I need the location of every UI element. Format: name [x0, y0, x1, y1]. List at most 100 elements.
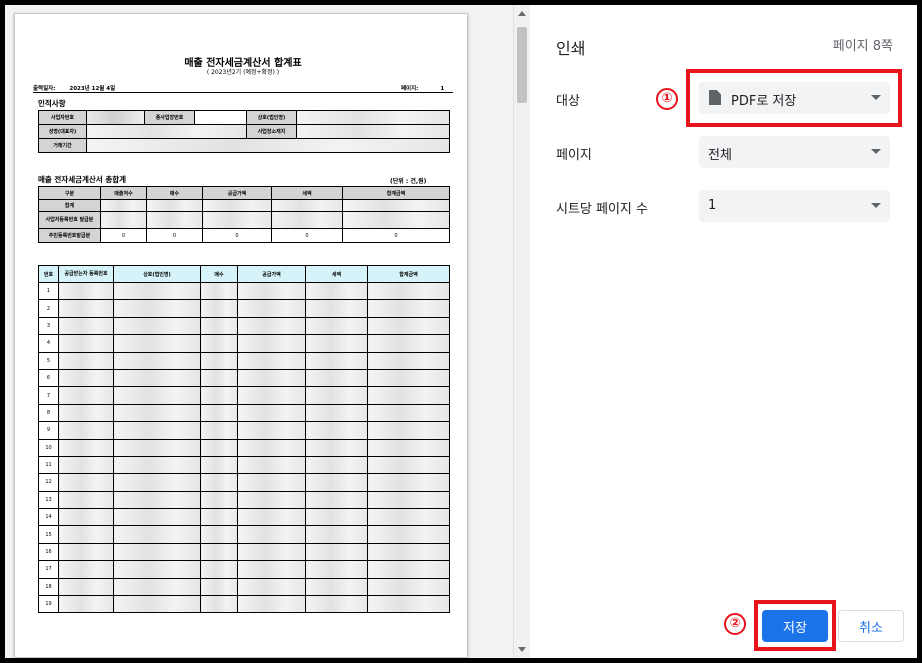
summary-header-supply: 공급가액 [202, 186, 272, 200]
redacted-value [113, 334, 201, 353]
detail-header-supply: 공급가액 [237, 265, 306, 283]
redacted-value [237, 368, 306, 388]
redacted-value [58, 351, 114, 370]
label-company-name: 상호(법인명) [246, 110, 297, 125]
redacted-value [305, 368, 368, 388]
pages-value: 전체 [708, 148, 732, 163]
summary-header-total: 합계금액 [342, 186, 450, 200]
redacted-value [200, 403, 238, 423]
redacted-value [58, 281, 114, 301]
redacted-value [305, 421, 368, 440]
summary-section-title: 매출 전자세금계산서 총합계 [38, 175, 127, 184]
table-row: 1 [38, 281, 450, 301]
label-representative: 성명(대표자) [38, 124, 87, 139]
redacted-value [367, 281, 450, 301]
annotation-highlight-destination [686, 69, 902, 127]
summary-row-business: 사업자등록번호 발급분 [38, 211, 101, 229]
destination-label: 대상 [556, 94, 580, 109]
resident-customers: 0 [100, 228, 147, 243]
redacted-value [305, 455, 368, 475]
redacted-value [200, 473, 238, 492]
redacted-value [296, 124, 450, 139]
redacted-value [58, 403, 114, 423]
table-row: 13 [38, 490, 450, 510]
row-number: 15 [38, 525, 59, 544]
redacted-value [237, 577, 306, 597]
detail-header-reg-number: 공급받는자 등록번호 [58, 265, 114, 283]
redacted-value [113, 316, 201, 336]
summary-header-category: 구분 [38, 186, 101, 200]
row-number: 1 [38, 281, 59, 301]
redacted-value [305, 316, 368, 336]
redacted-value [58, 490, 114, 510]
redacted-value [200, 368, 238, 388]
table-row: 7 [38, 386, 450, 405]
redacted-value [305, 403, 368, 423]
redacted-value [100, 199, 147, 212]
redacted-value [305, 490, 368, 510]
redacted-value [367, 542, 450, 562]
redacted-value [237, 595, 306, 614]
redacted-value [305, 560, 368, 579]
redacted-value [200, 386, 238, 405]
redacted-value [58, 542, 114, 562]
pages-per-sheet-select[interactable]: 1 [699, 190, 890, 222]
table-row: 3 [38, 316, 450, 336]
redacted-value [113, 299, 201, 318]
pages-select[interactable]: 전체 [699, 136, 890, 168]
row-number: 2 [38, 299, 59, 318]
chevron-down-icon [871, 149, 881, 154]
redacted-value [58, 455, 114, 475]
redacted-value [305, 473, 368, 492]
scroll-up-arrow-icon[interactable] [518, 11, 526, 16]
redacted-value [367, 368, 450, 388]
detail-header-no: 번호 [38, 265, 59, 283]
redacted-value [305, 595, 368, 614]
row-number: 4 [38, 334, 59, 353]
redacted-value [200, 560, 238, 579]
redacted-value [305, 281, 368, 301]
scroll-down-arrow-icon[interactable] [518, 647, 526, 652]
preview-scrollbar[interactable] [513, 5, 530, 658]
redacted-value [305, 508, 368, 527]
redacted-value [58, 386, 114, 405]
redacted-value [113, 455, 201, 475]
detail-table: 번호 공급받는자 등록번호 상호(법인명) 매수 공급가액 세액 합계금액 12… [38, 265, 450, 614]
label-business-address: 사업장소재지 [246, 124, 297, 139]
redacted-value [58, 299, 114, 318]
detail-rows: 1 2 3 4 5 6 7 8 9 10 11 12 13 14 15 16 17 18 19 [38, 281, 450, 614]
table-row: 4 [38, 334, 450, 353]
redacted-value [367, 386, 450, 405]
page-number: 페이지: 1 [401, 84, 444, 92]
table-row: 11 [38, 455, 450, 475]
table-row: 16 [38, 542, 450, 562]
redacted-value [237, 281, 306, 301]
table-row: 18 [38, 577, 450, 597]
redacted-value [113, 368, 201, 388]
report-subtitle: ( 2023년2기 (예정+확정) ) [206, 69, 280, 76]
pages-label: 페이지 [556, 148, 592, 163]
redacted-value [237, 473, 306, 492]
detail-header-total: 합계금액 [367, 265, 450, 283]
redacted-value [100, 211, 147, 229]
chevron-down-icon [871, 203, 881, 208]
redacted-value [367, 403, 450, 423]
table-row: 8 [38, 403, 450, 423]
table-row: 19 [38, 595, 450, 614]
redacted-value [200, 334, 238, 353]
summary-header-customers: 매출처수 [100, 186, 147, 200]
print-settings-panel: 인쇄 페이지 8쪽 대상 PDF로 저장 페이지 전체 시트당 페이지 수 1 … [530, 5, 917, 658]
page-count: 페이지 8쪽 [832, 39, 893, 54]
redacted-value [305, 577, 368, 597]
scroll-thumb[interactable] [517, 27, 527, 103]
cancel-button[interactable]: 취소 [838, 610, 904, 642]
redacted-value [237, 542, 306, 562]
table-row: 5 [38, 351, 450, 370]
redacted-value [200, 299, 238, 318]
label-sub-business-number: 종사업장번호 [144, 110, 195, 125]
redacted-value [200, 421, 238, 440]
redacted-value [305, 334, 368, 353]
redacted-value [367, 316, 450, 336]
summary-row-resident: 주민등록번호발급분 [38, 228, 101, 243]
redacted-value [113, 473, 201, 492]
